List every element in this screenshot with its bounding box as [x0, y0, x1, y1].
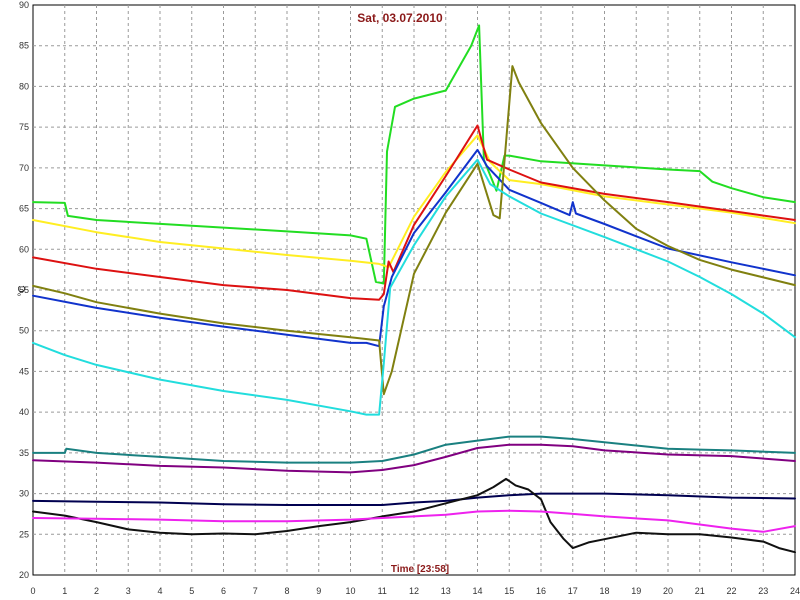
y-tick-label: 60: [19, 244, 29, 254]
y-tick-label: 75: [19, 122, 29, 132]
chart-root: 20 25 30 35 40 45 50 55 60 65 70 75 80 85 90 012345678…: [0, 0, 800, 600]
x-tick-label: 12: [409, 586, 419, 596]
x-tick-label: 24: [790, 586, 800, 596]
x-tick-label: 2: [94, 586, 99, 596]
x-tick-label: 16: [536, 586, 546, 596]
x-tick-label: 22: [726, 586, 736, 596]
x-tick-label: 4: [157, 586, 162, 596]
x-tick-label: 21: [695, 586, 705, 596]
x-tick-label: 17: [568, 586, 578, 596]
x-tick-label: 11: [378, 586, 387, 596]
x-tick-label: 20: [663, 586, 673, 596]
x-tick-label: 1: [62, 586, 67, 596]
y-tick-label: 85: [19, 41, 29, 51]
y-tick-label: 20: [19, 570, 29, 580]
x-tick-label: 14: [472, 586, 482, 596]
y-tick-label: 80: [19, 81, 29, 91]
x-tick-label: 3: [126, 586, 131, 596]
x-axis-ticks: 0 1 2 3 4 5 6 7 8 9 10 11 12 13 14 15 16 17 18 19 20 21 22 23 24: [30, 586, 800, 596]
y-tick-label: 70: [19, 163, 29, 173]
x-axis-label: Time [23:58]: [391, 564, 449, 575]
x-tick-label: 7: [253, 586, 258, 596]
y-tick-label: 30: [19, 489, 29, 499]
y-tick-label: 45: [19, 366, 29, 376]
x-tick-label: 6: [221, 586, 226, 596]
x-tick-label: 13: [441, 586, 451, 596]
x-tick-label: 0: [30, 586, 35, 596]
x-tick-label: 18: [599, 586, 609, 596]
y-tick-label: 65: [19, 204, 29, 214]
x-tick-label: 5: [189, 586, 194, 596]
chart-title: Sat, 03.07.2010: [357, 11, 443, 25]
line-chart: 202530354045505560657075808590 012345678…: [17, 0, 800, 596]
y-tick-label: 50: [19, 326, 29, 336]
y-tick-label: 25: [19, 529, 29, 539]
x-tick-label: 9: [316, 586, 321, 596]
y-axis-label: °C: [17, 285, 28, 296]
x-tick-label: 19: [631, 586, 641, 596]
x-tick-label: 10: [345, 586, 355, 596]
x-tick-label: 8: [284, 586, 289, 596]
y-tick-label: 40: [19, 407, 29, 417]
x-tick-label: 15: [504, 586, 514, 596]
y-tick-label: 90: [19, 0, 29, 10]
x-tick-label: 23: [758, 586, 768, 596]
y-tick-label: 35: [19, 448, 29, 458]
